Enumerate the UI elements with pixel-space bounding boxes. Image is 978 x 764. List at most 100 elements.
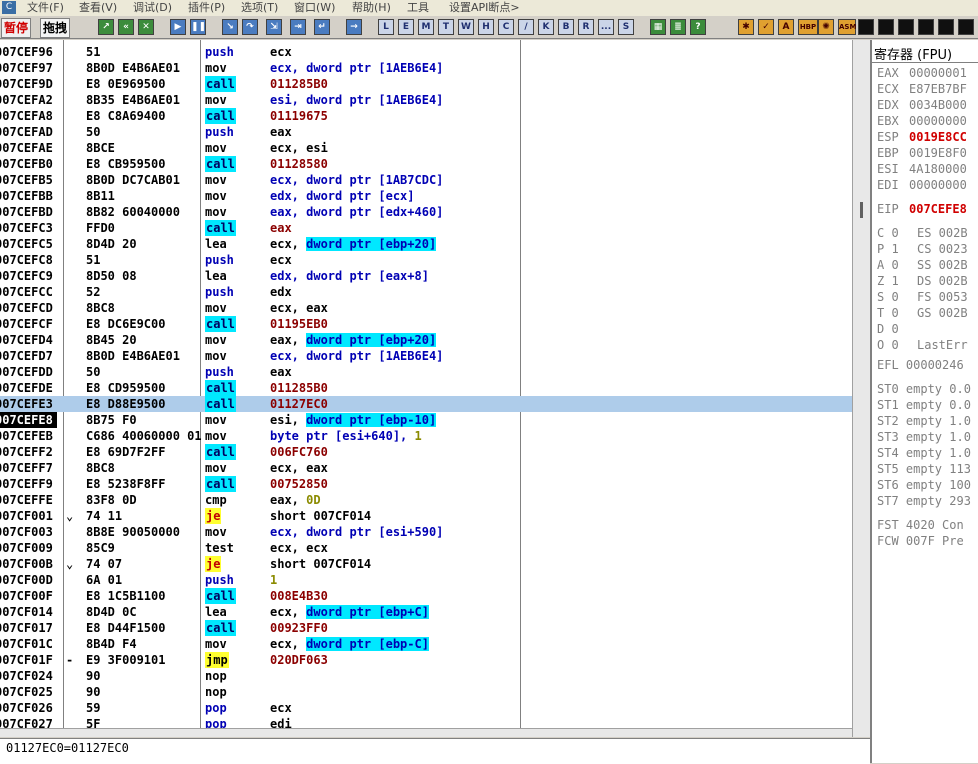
run-trace-window-button[interactable]: ...: [598, 19, 614, 35]
handles-window-button[interactable]: H: [478, 19, 494, 35]
disasm-row[interactable]: 007CEFDE E8 CD959500 call 011285B0: [0, 380, 852, 396]
flags-register[interactable]: EFL 00000246: [877, 357, 964, 373]
rewind-icon[interactable]: «: [118, 19, 134, 35]
menu-tools[interactable]: 工具: [407, 1, 429, 15]
scrollbar-thumb[interactable]: [860, 202, 863, 218]
goto-icon[interactable]: →: [346, 19, 362, 35]
fpu-status-word[interactable]: FST 4020 Con: [877, 517, 964, 533]
flag-bit[interactable]: O 0: [877, 337, 899, 353]
disasm-row[interactable]: 007CEFB5 8B0D DC7CAB01 mov ecx, dword ptr […: [0, 172, 852, 188]
source-window-button[interactable]: S: [618, 19, 634, 35]
log-window-button[interactable]: L: [378, 19, 394, 35]
run-icon[interactable]: ▶: [170, 19, 186, 35]
plugin-check-icon[interactable]: ✓: [758, 19, 774, 35]
disasm-row[interactable]: 007CF01C 8B4D F4 mov ecx, dword ptr [ebp-C]: [0, 636, 852, 652]
disasm-row[interactable]: 007CEFBD 8B82 60040000 mov eax, dword ptr […: [0, 204, 852, 220]
disasm-row[interactable]: 007CF026 59 pop ecx: [0, 700, 852, 716]
fpu-stack-register[interactable]: ST7 empty 293: [877, 493, 971, 509]
segment-register[interactable]: GS 002B: [917, 305, 968, 321]
plugin-tools-icon[interactable]: ✱: [738, 19, 754, 35]
flag-bit[interactable]: T 0: [877, 305, 899, 321]
disassembly-horizontal-scrollbar[interactable]: [0, 728, 852, 737]
segment-register[interactable]: FS 0053: [917, 289, 968, 305]
trace-over-icon[interactable]: ⇥: [290, 19, 306, 35]
disasm-row[interactable]: 007CEFC5 8D4D 20 lea ecx, dword ptr [ebp+20…: [0, 236, 852, 252]
pause-icon[interactable]: ❚❚: [190, 19, 206, 35]
patches-window-button[interactable]: /: [518, 19, 534, 35]
assembler-button[interactable]: ASM: [838, 19, 856, 35]
disasm-row[interactable]: 007CEFD7 8B0D E4B6AE01 mov ecx, dword ptr […: [0, 348, 852, 364]
execute-till-return-icon[interactable]: ↵: [314, 19, 330, 35]
disasm-row[interactable]: 007CF01F - E9 3F009101 jmp 020DF063: [0, 652, 852, 668]
menu-file[interactable]: 文件(F): [27, 1, 64, 15]
black-box-icon-1[interactable]: [858, 19, 874, 35]
flag-bit[interactable]: P 1: [877, 241, 899, 257]
disasm-row[interactable]: 007CEFC9 8D50 08 lea edx, dword ptr [eax+8]: [0, 268, 852, 284]
disasm-row[interactable]: 007CF025 90 nop: [0, 684, 852, 700]
menu-debug[interactable]: 调试(D): [133, 1, 172, 15]
fpu-stack-register[interactable]: ST2 empty 1.0: [877, 413, 971, 429]
disasm-row[interactable]: 007CEF96 51 push ecx: [0, 44, 852, 60]
callstack-window-button[interactable]: K: [538, 19, 554, 35]
disasm-row[interactable]: 007CEFC3 FFD0 call eax: [0, 220, 852, 236]
hardware-breakpoint-button[interactable]: HBP: [798, 19, 818, 35]
references-window-button[interactable]: R: [578, 19, 594, 35]
register-esi[interactable]: ESI 4A180000: [877, 161, 967, 177]
black-box-icon-4[interactable]: [918, 19, 934, 35]
memory-window-button[interactable]: M: [418, 19, 434, 35]
disasm-row[interactable]: 007CEFEB C686 40060000 01 mov byte ptr [esi…: [0, 428, 852, 444]
disasm-row[interactable]: 007CEFE3 E8 D88E9500 call 01127EC0: [0, 396, 852, 412]
disasm-row[interactable]: 007CF00D 6A 01 push 1: [0, 572, 852, 588]
register-esp[interactable]: ESP 0019E8CC: [877, 129, 967, 145]
registers-pane[interactable]: 寄存器 (FPU) EAX 00000001 ECX E87EB7BF EDX 0034B…: [870, 40, 978, 763]
disasm-row[interactable]: 007CEFF7 8BC8 mov ecx, eax: [0, 460, 852, 476]
disasm-row[interactable]: 007CEFA2 8B35 E4B6AE01 mov esi, dword ptr […: [0, 92, 852, 108]
menu-set-api-breakpoint[interactable]: 设置API断点>: [449, 1, 520, 15]
breakpoints-window-button[interactable]: B: [558, 19, 574, 35]
segment-register[interactable]: DS 002B: [917, 273, 968, 289]
register-eip[interactable]: EIP 007CEFE8: [877, 201, 967, 217]
disasm-row[interactable]: 007CEFF2 E8 69D7F2FF call 006FC760: [0, 444, 852, 460]
disasm-row[interactable]: 007CEFB0 E8 CB959500 call 01128580: [0, 156, 852, 172]
disasm-row[interactable]: 007CEFF9 E8 5238F8FF call 00752850: [0, 476, 852, 492]
disasm-row[interactable]: 007CF009 85C9 test ecx, ecx: [0, 540, 852, 556]
plugin-font-icon[interactable]: A: [778, 19, 794, 35]
windows-window-button[interactable]: W: [458, 19, 474, 35]
menu-window[interactable]: 窗口(W): [294, 1, 335, 15]
menu-help[interactable]: 帮助(H): [352, 1, 391, 15]
disasm-row[interactable]: 007CEFD4 8B45 20 mov eax, dword ptr [ebp+20…: [0, 332, 852, 348]
fpu-stack-register[interactable]: ST6 empty 100: [877, 477, 971, 493]
fpu-stack-register[interactable]: ST3 empty 1.0: [877, 429, 971, 445]
disasm-row[interactable]: 007CF014 8D4D 0C lea ecx, dword ptr [ebp+C]: [0, 604, 852, 620]
threads-window-button[interactable]: T: [438, 19, 454, 35]
black-box-icon-3[interactable]: [898, 19, 914, 35]
fpu-stack-register[interactable]: ST4 empty 1.0: [877, 445, 971, 461]
disasm-row[interactable]: 007CF003 8B8E 90050000 mov ecx, dword ptr […: [0, 524, 852, 540]
segment-register[interactable]: ES 002B: [917, 225, 968, 241]
flag-bit[interactable]: C 0: [877, 225, 899, 241]
segment-register[interactable]: CS 0023: [917, 241, 968, 257]
disassembly-pane[interactable]: 007CEF96 51 push ecx 007CEF97 8B0D E4B6AE01 mo…: [0, 40, 852, 737]
register-edi[interactable]: EDI 00000000: [877, 177, 967, 193]
disassembly-vertical-scrollbar[interactable]: [852, 40, 870, 737]
disasm-row[interactable]: 007CEFC8 51 push ecx: [0, 252, 852, 268]
fpu-stack-register[interactable]: ST0 empty 0.0: [877, 381, 971, 397]
step-over-icon[interactable]: ↷: [242, 19, 258, 35]
disasm-row[interactable]: 007CF017 E8 D44F1500 call 00923FF0: [0, 620, 852, 636]
register-ebx[interactable]: EBX 00000000: [877, 113, 967, 129]
plugin-gear-icon[interactable]: ✺: [818, 19, 834, 35]
black-box-icon-2[interactable]: [878, 19, 894, 35]
flag-bit[interactable]: Z 1: [877, 273, 899, 289]
register-ebp[interactable]: EBP 0019E8F0: [877, 145, 967, 161]
segment-register[interactable]: SS 002B: [917, 257, 968, 273]
fpu-stack-register[interactable]: ST1 empty 0.0: [877, 397, 971, 413]
black-box-icon-5[interactable]: [938, 19, 954, 35]
disasm-row[interactable]: 007CF00B ⌄ 74 07 je short 007CF014: [0, 556, 852, 572]
open-icon[interactable]: ↗: [98, 19, 114, 35]
trace-into-icon[interactable]: ⇲: [266, 19, 282, 35]
disasm-row[interactable]: 007CEFFE 83F8 0D cmp eax, 0D: [0, 492, 852, 508]
disasm-row[interactable]: 007CEFBB 8B11 mov edx, dword ptr [ecx]: [0, 188, 852, 204]
disasm-row[interactable]: 007CF001 ⌄ 74 11 je short 007CF014: [0, 508, 852, 524]
disasm-row[interactable]: 007CEFCF E8 DC6E9C00 call 01195EB0: [0, 316, 852, 332]
disasm-row[interactable]: 007CF024 90 nop: [0, 668, 852, 684]
